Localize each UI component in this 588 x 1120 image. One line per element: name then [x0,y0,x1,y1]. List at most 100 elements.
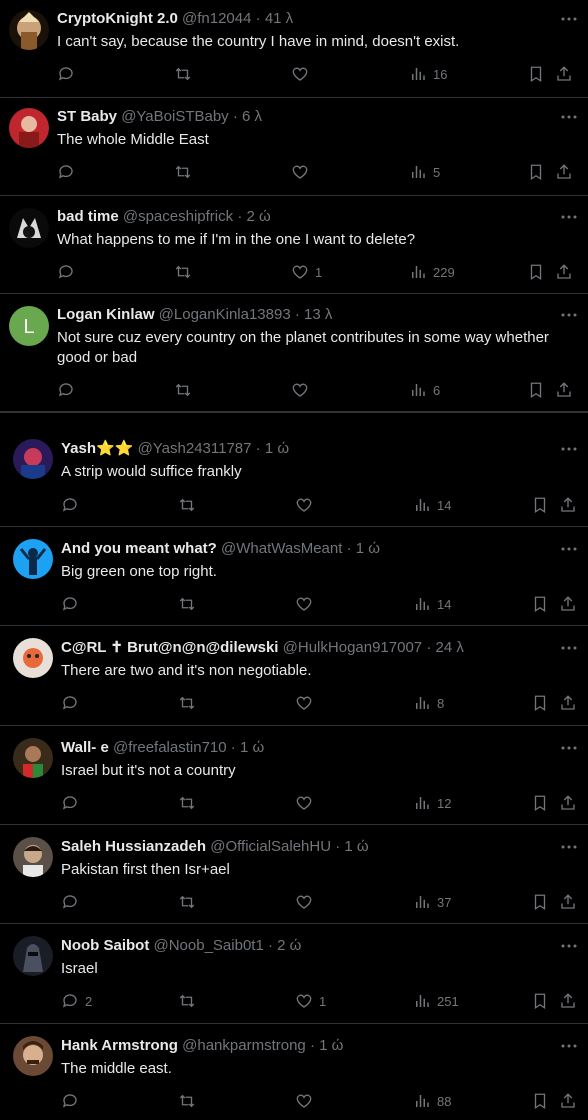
tweet[interactable]: C@RL ✝ Brut@n@n@dilewski @HulkHogan91700… [0,626,588,726]
author-name[interactable]: Logan Kinlaw [57,306,155,323]
author-name[interactable]: Hank Armstrong [61,1037,178,1054]
reply-button[interactable] [61,1091,85,1111]
like-button[interactable] [291,380,315,400]
share-button[interactable] [559,991,577,1011]
views-button[interactable]: 37 [413,892,451,912]
more-options-icon[interactable] [560,638,578,658]
author-name[interactable]: bad time [57,208,119,225]
retweet-button[interactable] [174,262,192,282]
author-handle[interactable]: @LoganKinla13893 [159,306,291,323]
tweet[interactable]: Noob Saibot @Noob_Saib0t1 · 2 ώ Israel 2… [0,924,588,1024]
author-handle[interactable]: @YaBoiSTBaby [121,108,229,125]
retweet-button[interactable] [174,64,192,84]
reply-button[interactable] [61,495,85,515]
tweet[interactable]: CryptoKnight 2.0 @fn12044 · 41 λ I can't… [0,0,588,98]
like-button[interactable] [295,693,319,713]
author-name[interactable]: Saleh Hussianzadeh [61,838,206,855]
author-name[interactable]: C@RL ✝ Brut@n@n@dilewski [61,639,278,656]
share-button[interactable] [559,693,577,713]
timestamp[interactable]: 41 λ [265,10,293,27]
author-handle[interactable]: @WhatWasMeant [221,540,342,557]
timestamp[interactable]: 1 ώ [240,739,264,756]
like-button[interactable]: 1 [291,262,322,282]
timestamp[interactable]: 13 λ [304,306,332,323]
views-button[interactable]: 12 [413,793,451,813]
timestamp[interactable]: 2 ώ [277,937,301,954]
views-button[interactable]: 5 [409,162,440,182]
avatar[interactable] [13,837,53,877]
avatar[interactable] [13,1036,53,1076]
more-options-icon[interactable] [560,936,578,956]
timestamp[interactable]: 6 λ [242,108,262,125]
timestamp[interactable]: 1 ώ [319,1037,343,1054]
avatar[interactable] [9,108,49,148]
share-button[interactable] [555,380,573,400]
views-button[interactable]: 88 [413,1091,451,1111]
more-options-icon[interactable] [560,837,578,857]
retweet-button[interactable] [178,892,196,912]
retweet-button[interactable] [178,793,196,813]
more-options-icon[interactable] [560,738,578,758]
more-options-icon[interactable] [560,439,578,459]
retweet-button[interactable] [174,162,192,182]
bookmark-button[interactable] [531,991,549,1011]
author-handle[interactable]: @OfficialSalehHU [210,838,331,855]
timestamp[interactable]: 1 ώ [265,440,289,457]
like-button[interactable] [291,162,315,182]
tweet[interactable]: Wall- e @freefalastin710 · 1 ώ Israel bu… [0,726,588,825]
bookmark-button[interactable] [531,495,549,515]
avatar[interactable] [13,539,53,579]
bookmark-button[interactable] [527,64,545,84]
author-handle[interactable]: @HulkHogan917007 [283,639,423,656]
bookmark-button[interactable] [527,380,545,400]
reply-button[interactable] [57,162,81,182]
views-button[interactable]: 6 [409,380,440,400]
author-name[interactable]: Yash [61,440,96,457]
share-button[interactable] [559,1091,577,1111]
bookmark-button[interactable] [531,1091,549,1111]
like-button[interactable] [295,495,319,515]
tweet[interactable]: Yash⭐⭐ @Yash24311787 · 1 ώ A strip would… [0,427,588,527]
avatar[interactable] [9,208,49,248]
author-handle[interactable]: @freefalastin710 [113,739,227,756]
reply-button[interactable] [61,693,85,713]
like-button[interactable] [295,892,319,912]
share-button[interactable] [559,495,577,515]
reply-button[interactable] [61,594,85,614]
retweet-button[interactable] [178,495,196,515]
avatar[interactable] [9,10,49,50]
reply-button[interactable] [57,380,81,400]
author-handle[interactable]: @fn12044 [182,10,251,27]
like-button[interactable] [295,1091,319,1111]
author-handle[interactable]: @spaceshipfrick [123,208,233,225]
author-handle[interactable]: @Yash24311787 [138,440,252,457]
bookmark-button[interactable] [527,162,545,182]
views-button[interactable]: 8 [413,693,444,713]
share-button[interactable] [555,262,573,282]
timestamp[interactable]: 1 ώ [356,540,380,557]
more-options-icon[interactable] [560,539,578,559]
share-button[interactable] [555,64,573,84]
author-handle[interactable]: @hankparmstrong [182,1037,306,1054]
retweet-button[interactable] [174,380,192,400]
reply-button[interactable] [57,262,81,282]
avatar[interactable]: L [9,306,49,346]
more-options-icon[interactable] [560,9,578,29]
views-button[interactable]: 14 [413,495,451,515]
views-button[interactable]: 14 [413,594,451,614]
views-button[interactable]: 229 [409,262,455,282]
like-button[interactable]: 1 [295,991,326,1011]
share-button[interactable] [559,793,577,813]
tweet[interactable]: Saleh Hussianzadeh @OfficialSalehHU · 1 … [0,825,588,924]
avatar[interactable] [13,936,53,976]
retweet-button[interactable] [178,991,196,1011]
like-button[interactable] [291,64,315,84]
retweet-button[interactable] [178,1091,196,1111]
tweet[interactable]: ST Baby @YaBoiSTBaby · 6 λ The whole Mid… [0,98,588,196]
bookmark-button[interactable] [531,892,549,912]
avatar[interactable] [13,638,53,678]
more-options-icon[interactable] [560,207,578,227]
tweet[interactable]: L Logan Kinlaw @LoganKinla13893 · 13 λ N… [0,294,588,412]
tweet[interactable]: bad time @spaceshipfrick · 2 ώ What happ… [0,196,588,294]
share-button[interactable] [559,594,577,614]
